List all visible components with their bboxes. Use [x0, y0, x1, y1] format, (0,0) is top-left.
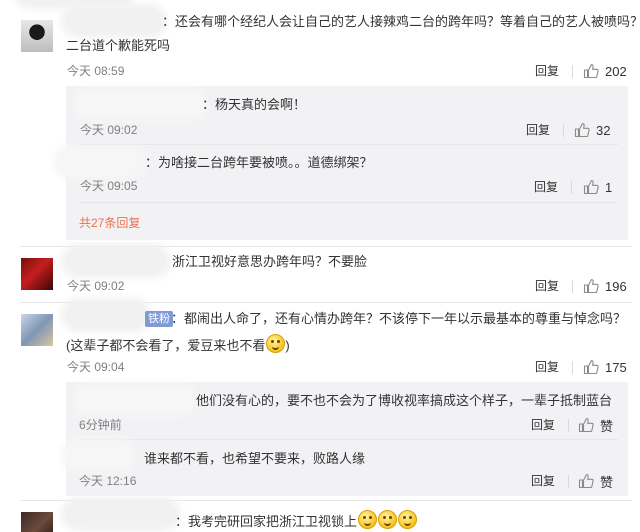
like-count: 196 [605, 278, 627, 294]
reply-button[interactable]: 回复 [526, 122, 550, 138]
smile-emoji-icon [398, 510, 418, 529]
comment-text: ：还会有哪个经纪人会让自己的艺人接辣鸡二台的跨年吗？等着自己的艺人被喷吗？ [162, 14, 640, 29]
like-button[interactable]: 202 [583, 63, 627, 79]
divider [572, 280, 573, 293]
thumbs-up-icon [578, 418, 594, 433]
divider [20, 246, 632, 247]
more-replies-link[interactable]: 共27条回复 [79, 215, 140, 231]
redacted-username [20, 0, 130, 4]
redacted-username [66, 249, 166, 273]
divider [20, 500, 632, 501]
redacted-username [66, 9, 162, 33]
comment-text: 浙江卫视好意思办跨年吗？不要脸 [172, 254, 368, 269]
divider [78, 439, 618, 440]
reply-button[interactable]: 回复 [535, 359, 559, 375]
divider [568, 419, 569, 432]
thumbs-up-icon [583, 180, 599, 195]
comment-feed: ：还会有哪个经纪人会让自己的艺人接辣鸡二台的跨年吗？等着自己的艺人被喷吗？ 二台… [0, 0, 640, 532]
smile-emoji-icon [358, 510, 378, 529]
avatar[interactable] [21, 512, 53, 532]
divider [563, 124, 564, 137]
avatar[interactable] [21, 314, 53, 346]
smile-emoji-icon [266, 334, 286, 353]
thumbs-up-icon [583, 64, 599, 79]
smile-emoji-icon [378, 510, 398, 529]
like-count: 1 [605, 179, 613, 195]
divider [572, 361, 573, 374]
reply-button[interactable]: 回复 [531, 417, 555, 433]
reply-time: 今天 09:02 [80, 123, 138, 137]
reply-button[interactable]: 回复 [534, 179, 558, 195]
reply-text: ：为啥接二台跨年要被喷。。道德绑架？ [145, 155, 373, 170]
avatar[interactable] [21, 258, 53, 290]
divider [78, 144, 618, 145]
redacted-username [78, 388, 192, 412]
reply-time: 今天 09:05 [80, 179, 138, 193]
fan-badge: 铁粉 [145, 311, 173, 327]
like-button[interactable]: 175 [583, 359, 627, 375]
divider [78, 202, 618, 203]
like-button[interactable]: 196 [583, 278, 627, 294]
like-count: 202 [605, 63, 627, 79]
comment-text-body: ：我考完研回家把浙江卫视锁上 [175, 514, 358, 529]
comment-time: 今天 09:02 [67, 279, 125, 293]
like-count: 175 [605, 359, 627, 375]
redacted-username [58, 150, 142, 174]
comment-text-cont-body: (这辈子都不会看了，爱豆来也不看 [66, 338, 266, 353]
like-button[interactable]: 32 [574, 122, 610, 138]
like-button[interactable]: 1 [583, 179, 612, 195]
thumbs-up-icon [574, 123, 590, 138]
reply-time: 今天 12:16 [79, 474, 137, 488]
like-button[interactable]: 赞 [578, 473, 614, 490]
like-count: 赞 [600, 474, 614, 490]
reply-text: 他们没有心的，要不也不会为了博收视率搞成这个样子，一辈子抵制蓝台 [196, 393, 613, 408]
thumbs-up-icon [578, 474, 594, 489]
redacted-username [66, 303, 146, 327]
comment-text: ：我考完研回家把浙江卫视锁上 [175, 510, 418, 532]
redacted-username [66, 502, 176, 526]
reply-text: 谁来都不看，也希望不要来，败路人缘 [144, 451, 366, 466]
divider [568, 475, 569, 488]
comment-text: ：都闹出人命了，还有心情办跨年？不该停下一年以示最基本的尊重与悼念吗？ [171, 311, 627, 326]
divider [571, 181, 572, 194]
reply-button[interactable]: 回复 [535, 278, 559, 294]
redacted-username [78, 92, 202, 116]
thumbs-up-icon [583, 360, 599, 375]
avatar[interactable] [21, 20, 53, 52]
reply-button[interactable]: 回复 [531, 473, 555, 489]
like-count: 赞 [600, 418, 614, 434]
reply-text: ：杨天真的会啊！ [202, 97, 307, 112]
comment-text-cont: 二台道个歉能死吗 [66, 38, 171, 53]
redacted-username [66, 443, 130, 467]
like-count: 32 [596, 122, 611, 138]
reply-time: 6分钟前 [79, 418, 122, 432]
comment-time: 今天 09:04 [67, 360, 125, 374]
like-button[interactable]: 赞 [578, 417, 614, 434]
reply-button[interactable]: 回复 [535, 63, 559, 79]
comment-time: 今天 08:59 [67, 64, 125, 78]
comment-text-cont-end: ) [285, 338, 290, 353]
divider [572, 65, 573, 78]
comment-text-cont: (这辈子都不会看了，爱豆来也不看) [66, 334, 290, 356]
thumbs-up-icon [583, 279, 599, 294]
